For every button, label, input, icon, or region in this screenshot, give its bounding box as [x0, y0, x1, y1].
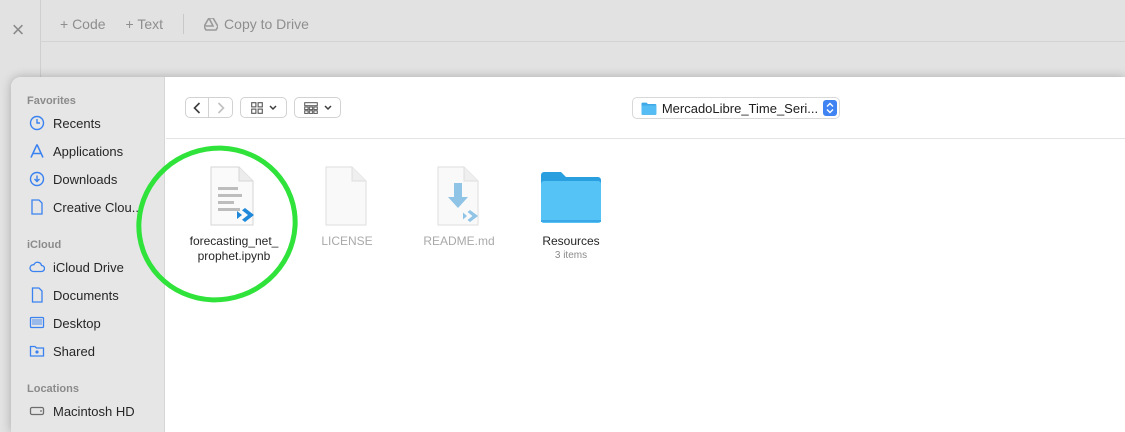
grid-view-icon [250, 101, 263, 114]
close-icon[interactable]: × [8, 19, 28, 41]
navigation-buttons [185, 97, 233, 118]
group-grid-icon [303, 101, 318, 114]
document-icon [31, 199, 43, 215]
hard-drive-icon [29, 406, 45, 416]
clock-icon [29, 115, 45, 131]
add-code-button[interactable]: + Code [60, 16, 106, 32]
divider [40, 41, 1125, 42]
desktop-icon [29, 316, 45, 329]
file-name: Resources [542, 234, 600, 248]
blank-file-icon [325, 166, 367, 226]
chevron-down-icon [268, 104, 277, 110]
document-icon [31, 287, 43, 303]
divider [40, 0, 41, 80]
sidebar-item-recents[interactable]: Recents [29, 115, 101, 131]
copy-to-drive-button[interactable]: Copy to Drive [204, 16, 309, 32]
back-button[interactable] [185, 97, 209, 118]
folder-item-resources[interactable]: Resources 3 items [522, 165, 620, 261]
file-picker-dialog: Favorites Recents Applications Downloads… [11, 77, 1125, 432]
folder-item-count: 3 items [554, 250, 588, 261]
chevron-right-icon [217, 101, 225, 114]
sidebar-item-label: Documents [53, 287, 119, 303]
copy-to-drive-label: Copy to Drive [224, 16, 309, 32]
file-name: forecasting_net_ [189, 234, 279, 248]
sidebar-item-creative-cloud[interactable]: Creative Clou... [29, 199, 143, 215]
file-name: README.md [423, 234, 495, 248]
dialog-toolbar: MercadoLibre_Time_Seri... [166, 77, 1125, 139]
folder-icon [541, 172, 601, 223]
applications-icon [30, 144, 44, 158]
sidebar-item-label: Desktop [53, 315, 101, 331]
file-name: prophet.ipynb [197, 249, 271, 263]
chevron-down-icon [323, 104, 332, 110]
notebook-file-icon [210, 166, 254, 226]
location-popup[interactable]: MercadoLibre_Time_Seri... [632, 97, 840, 119]
sidebar-item-documents[interactable]: Documents [29, 287, 119, 303]
shared-folder-icon [29, 345, 45, 357]
sidebar: Favorites Recents Applications Downloads… [11, 77, 165, 432]
sidebar-section-favorites: Favorites [27, 95, 76, 107]
file-browser: MercadoLibre_Time_Seri... forecasting_ne… [166, 77, 1125, 432]
sidebar-item-label: Macintosh HD [53, 403, 135, 419]
cloud-icon [29, 261, 45, 273]
download-icon [29, 171, 45, 187]
icon-view-button[interactable] [240, 97, 287, 118]
file-item-notebook[interactable]: forecasting_net_ prophet.ipynb [171, 165, 297, 264]
folder-icon [641, 102, 657, 115]
group-view-button[interactable] [294, 97, 341, 118]
sidebar-item-macintosh-hd[interactable]: Macintosh HD [29, 403, 135, 419]
chevron-left-icon [193, 101, 201, 114]
sidebar-item-icloud-drive[interactable]: iCloud Drive [29, 259, 124, 275]
add-text-button[interactable]: + Text [126, 16, 164, 32]
forward-button[interactable] [209, 97, 233, 118]
sidebar-item-desktop[interactable]: Desktop [29, 315, 101, 331]
sidebar-item-shared[interactable]: Shared [29, 343, 95, 359]
file-name: LICENSE [321, 234, 373, 248]
sidebar-item-label: Shared [53, 343, 95, 359]
markdown-file-icon [437, 166, 479, 226]
file-item-readme[interactable]: README.md [404, 165, 514, 249]
background-toolbar: + Code + Text Copy to Drive [60, 14, 309, 34]
updown-chevron-icon [823, 100, 837, 116]
sidebar-item-label: iCloud Drive [53, 259, 124, 275]
toolbar-separator [183, 14, 185, 34]
location-label: MercadoLibre_Time_Seri... [661, 100, 819, 116]
sidebar-item-label: Applications [53, 143, 124, 159]
sidebar-item-applications[interactable]: Applications [29, 143, 123, 159]
sidebar-item-downloads[interactable]: Downloads [29, 171, 117, 187]
sidebar-section-icloud: iCloud [27, 239, 62, 251]
sidebar-item-label: Recents [53, 115, 101, 131]
file-item-license[interactable]: LICENSE [302, 165, 392, 249]
sidebar-section-locations: Locations [27, 383, 79, 395]
sidebar-item-label: Downloads [53, 171, 118, 187]
sidebar-item-label: Creative Clou... [53, 199, 143, 215]
drive-icon [204, 17, 219, 31]
